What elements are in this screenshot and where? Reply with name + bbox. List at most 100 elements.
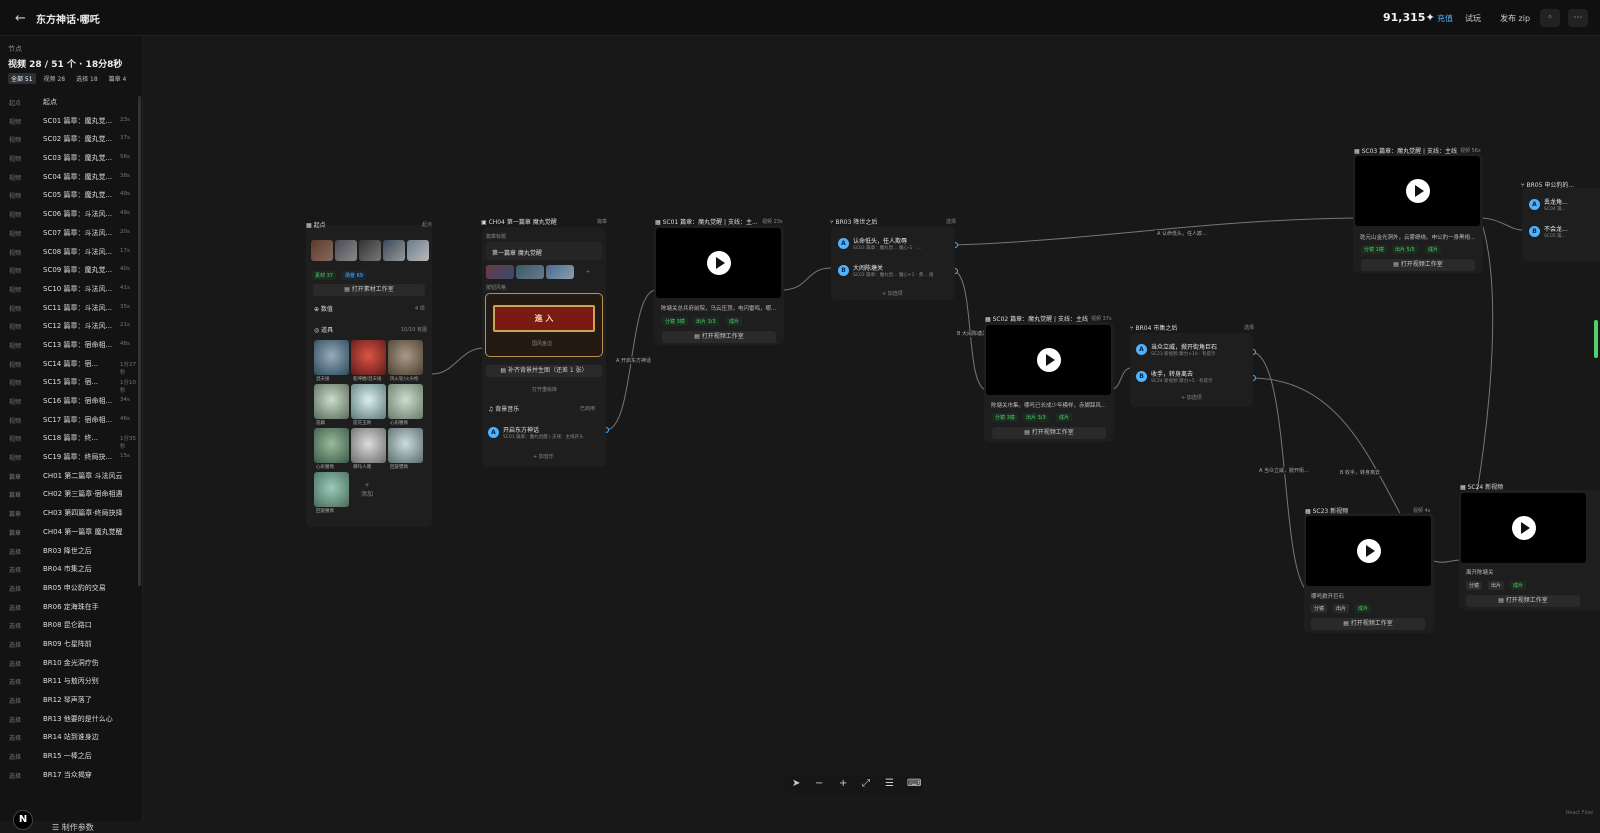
- recharge-link[interactable]: 充值: [1437, 13, 1453, 24]
- zoom-out-icon[interactable]: −: [815, 778, 823, 789]
- sidebar-node-item[interactable]: 选择 BR05 申公豹的交易: [0, 580, 140, 599]
- prop-thumbnail[interactable]: [351, 428, 386, 463]
- sidebar-node-item[interactable]: 视频 SC16 篇章：宿命相... 34s: [0, 393, 140, 412]
- sidebar-node-item[interactable]: 视频 SC02 篇章：魔丸觉... 37s: [0, 131, 140, 150]
- sidebar-node-item[interactable]: 起点 起点: [0, 94, 140, 113]
- br03-option-b[interactable]: B 大闹陈塘关 SC02 篇章：魔丸觉... 魔心+1 · 勇... 值: [838, 263, 953, 283]
- br05-option-b[interactable]: B 不会龙... SC05 篇...: [1529, 224, 1599, 244]
- prop-thumbnail[interactable]: [388, 384, 423, 419]
- sidebar-node-item[interactable]: 选择 BR11 与敖丙分别: [0, 673, 140, 692]
- sidebar-node-item[interactable]: 视频 SC18 篇章：终... 1分35秒: [0, 430, 140, 450]
- sidebar-node-item[interactable]: 选择 BR14 站到谁身边: [0, 729, 140, 748]
- sidebar-node-item[interactable]: 篇章 CH03 第四篇章·终局抉择: [0, 505, 140, 524]
- br04-option-a[interactable]: A 当众立威，掀开街角巨石 SC23 新视频 摩力+10 · 有提示: [1136, 342, 1251, 362]
- open-redraw-link[interactable]: 打开重绘库: [532, 386, 557, 393]
- prop-thumbnail[interactable]: [351, 340, 386, 375]
- scene-thumb[interactable]: [383, 240, 405, 261]
- sidebar-node-item[interactable]: 视频 SC10 篇章：斗法风... 41s: [0, 281, 140, 300]
- sidebar-node-item[interactable]: 视频 SC07 篇章：斗法风... 20s: [0, 225, 140, 244]
- sc23-video-preview[interactable]: [1306, 516, 1431, 586]
- filter-chapter[interactable]: 篇章 4: [106, 73, 130, 84]
- prop-thumbnail[interactable]: [314, 428, 349, 463]
- sidebar-node-item[interactable]: 视频 SC05 篇章：魔丸觉... 49s: [0, 187, 140, 206]
- sidebar-node-item[interactable]: 视频 SC11 篇章：斗法风... 35s: [0, 300, 140, 319]
- br04-option-b[interactable]: B 收手，转身离去 SC24 新视频 摩力+5 · 有提示: [1136, 369, 1251, 389]
- production-params-button[interactable]: ☰ 制作参数: [52, 822, 94, 833]
- sc02-open-studio-button[interactable]: ▤ 打开视频工作室: [992, 427, 1106, 439]
- pointer-tool-icon[interactable]: ➤: [792, 778, 800, 789]
- sc01-open-studio-button[interactable]: ▤ 打开视频工作室: [662, 331, 776, 343]
- publish-zip-button[interactable]: 发布 zip: [1500, 13, 1530, 24]
- sidebar-node-item[interactable]: 篇章 CH01 第二篇章 斗法风云: [0, 468, 140, 487]
- sc03-open-studio-button[interactable]: ▤ 打开视频工作室: [1361, 259, 1475, 271]
- open-asset-studio-button[interactable]: ▤ 打开素材工作室: [313, 284, 425, 296]
- br04-add-option[interactable]: + 加选项: [1181, 394, 1202, 401]
- back-arrow-icon[interactable]: ←: [15, 11, 26, 26]
- bgm-track[interactable]: A 开启东方神话 SC01 篇章：魔丸觉醒 | 支线：主线开头: [488, 425, 603, 445]
- filter-all[interactable]: 全部 51: [8, 73, 36, 84]
- add-prop-button[interactable]: + 添加: [361, 482, 373, 498]
- sidebar-node-item[interactable]: 视频 SC17 篇章：宿命相... 46s: [0, 412, 140, 431]
- sidebar-node-item[interactable]: 视频 SC01 篇章：魔丸觉... 23s: [0, 113, 140, 132]
- avatar[interactable]: N: [13, 810, 33, 830]
- chapter-bg-thumb[interactable]: [516, 265, 544, 279]
- sidebar-node-item[interactable]: 选择 BR15 一棒之后: [0, 748, 140, 767]
- trial-button[interactable]: 试玩: [1465, 13, 1481, 24]
- prop-thumbnail[interactable]: [314, 340, 349, 375]
- sidebar-scrollbar[interactable]: [138, 96, 141, 586]
- prop-thumbnail[interactable]: [314, 384, 349, 419]
- chapter-bg-thumb[interactable]: [546, 265, 574, 279]
- sidebar-node-item[interactable]: 视频 SC06 篇章：斗法风... 49s: [0, 206, 140, 225]
- sidebar-node-item[interactable]: 选择 BR12 琴声落了: [0, 692, 140, 711]
- sidebar-node-item[interactable]: 篇章 CH04 第一篇章 魔丸觉醒: [0, 524, 140, 543]
- fit-view-icon[interactable]: ⤢: [862, 778, 870, 789]
- sidebar-node-item[interactable]: 选择 BR09 七星阵前: [0, 636, 140, 655]
- react-flow-attribution[interactable]: React Flow: [1566, 810, 1593, 816]
- sidebar-node-item[interactable]: 视频 SC08 篇章：斗法风... 17s: [0, 244, 140, 263]
- prop-thumbnail[interactable]: [388, 340, 423, 375]
- scene-thumb[interactable]: [407, 240, 429, 261]
- sidebar-node-item[interactable]: 视频 SC03 篇章：魔丸觉... 56s: [0, 150, 140, 169]
- sidebar-node-item[interactable]: 选择 BR17 当众揭穿: [0, 767, 140, 786]
- more-menu-icon[interactable]: ⋯: [1568, 9, 1588, 27]
- sidebar-node-item[interactable]: 选择 BR03 降世之后: [0, 543, 140, 562]
- sidebar-node-item[interactable]: 视频 SC12 篇章：斗法风... 21s: [0, 318, 140, 337]
- sidebar-node-item[interactable]: 选择 BR04 市集之后: [0, 561, 140, 580]
- keyboard-shortcuts-icon[interactable]: ⌨: [907, 778, 921, 789]
- sc03-video-preview[interactable]: [1355, 156, 1480, 226]
- sc01-video-preview[interactable]: [656, 228, 781, 298]
- br05-option-a[interactable]: A 丢龙角... SC04 篇...: [1529, 197, 1599, 217]
- filter-video[interactable]: 视频 28: [41, 73, 69, 84]
- sidebar-node-item[interactable]: 选择 BR13 他要的是什么心: [0, 711, 140, 730]
- sc24-open-studio-button[interactable]: ▤ 打开视频工作室: [1466, 595, 1580, 607]
- sc24-video-preview[interactable]: [1461, 493, 1586, 563]
- sidebar-node-item[interactable]: 视频 SC15 篇章：宿... 1分10秒: [0, 374, 140, 394]
- sc23-open-studio-button[interactable]: ▤ 打开视频工作室: [1311, 618, 1425, 630]
- scene-thumb[interactable]: [311, 240, 333, 261]
- sidebar-node-item[interactable]: 视频 SC04 篇章：魔丸觉... 38s: [0, 169, 140, 188]
- scene-thumb[interactable]: [335, 240, 357, 261]
- sc02-video-preview[interactable]: [986, 325, 1111, 395]
- sidebar-node-item[interactable]: 选择 BR10 金光洞疗伤: [0, 655, 140, 674]
- prop-thumbnail[interactable]: [351, 384, 386, 419]
- sidebar-node-item[interactable]: 视频 SC19 篇章：终局抉... 15s: [0, 449, 140, 468]
- sidebar-node-item[interactable]: 篇章 CH02 第三篇章·宿命相遇: [0, 486, 140, 505]
- zoom-in-icon[interactable]: +: [839, 778, 847, 789]
- sidebar-node-item[interactable]: 选择 BR08 昆仑路口: [0, 617, 140, 636]
- generate-background-button[interactable]: ▤ 补齐背景并生图（还差 1 张）: [486, 365, 602, 377]
- add-music-button[interactable]: + 加音乐: [533, 453, 554, 460]
- chapter-bg-thumb[interactable]: [486, 265, 514, 279]
- sidebar-node-item[interactable]: 视频 SC13 篇章：宿命相... 48s: [0, 337, 140, 356]
- filter-choice[interactable]: 选择 18: [73, 73, 101, 84]
- prop-thumbnail[interactable]: [314, 472, 349, 507]
- sidebar-node-item[interactable]: 视频 SC14 篇章：宿... 1分27秒: [0, 356, 140, 376]
- auto-layout-icon[interactable]: ☰: [885, 778, 894, 789]
- sidebar-node-item[interactable]: 视频 SC09 篇章：魔丸觉... 40s: [0, 262, 140, 281]
- scene-thumb[interactable]: [359, 240, 381, 261]
- br03-option-a[interactable]: A 认命低头，任人欺辱 SC03 篇章：魔丸觉... 魔心-1 · ...: [838, 236, 953, 256]
- prop-thumbnail[interactable]: [388, 428, 423, 463]
- br03-add-option[interactable]: + 加选项: [882, 290, 903, 297]
- more-thumbs[interactable]: +: [586, 269, 590, 275]
- sidebar-node-item[interactable]: 选择 BR06 定海珠在手: [0, 599, 140, 618]
- theme-toggle-icon[interactable]: ◦: [1540, 9, 1560, 27]
